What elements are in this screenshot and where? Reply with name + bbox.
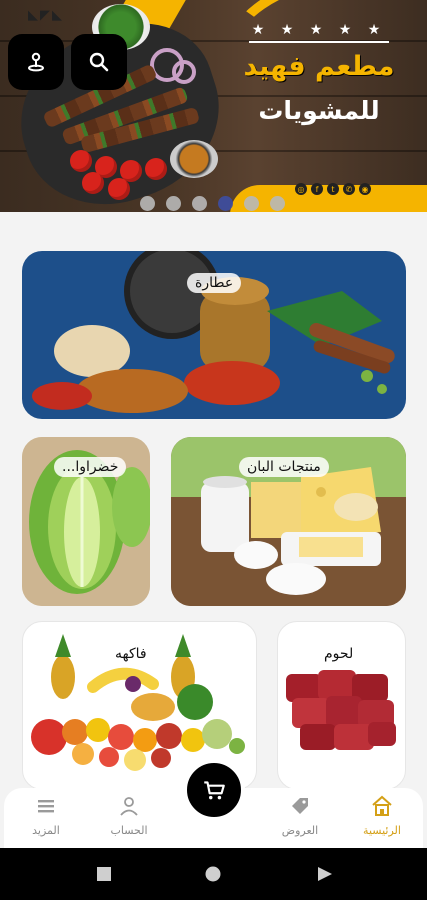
pagination-dot[interactable] <box>140 196 155 211</box>
restaurant-name: مطعم فهيد <box>243 51 395 82</box>
cart-icon <box>204 781 225 800</box>
pagination-dot[interactable] <box>270 196 285 211</box>
banner-pagination <box>140 196 285 211</box>
cart-button[interactable] <box>183 759 245 821</box>
restaurant-title-block: ★ ★ ★ ★ ★ مطعم فهيد للمشويات <box>229 22 409 125</box>
category-label-meat: لحوم <box>316 644 362 664</box>
nav-offers[interactable]: العروض <box>260 794 340 837</box>
instagram-icon: ◎ <box>295 183 307 195</box>
search-button[interactable] <box>71 34 127 90</box>
category-card-spices[interactable]: عطارة <box>22 251 406 419</box>
system-navigation-bar <box>0 848 427 900</box>
location-button[interactable] <box>8 34 64 90</box>
pagination-dot[interactable] <box>166 196 181 211</box>
whatsapp-icon: ✆ <box>343 183 355 195</box>
user-icon <box>120 797 138 816</box>
snapchat-icon: ◉ <box>359 183 371 195</box>
twitter-icon: t <box>327 183 339 195</box>
location-pin-icon <box>28 52 44 72</box>
category-card-dairy[interactable]: منتجات البان <box>171 437 406 606</box>
search-icon <box>89 52 109 72</box>
social-icons: ◎ f t ✆ ◉ <box>295 183 371 195</box>
category-label-vegetables: خضراوا... <box>54 457 127 477</box>
pagination-dot[interactable] <box>192 196 207 211</box>
nav-more[interactable]: المزيد <box>6 794 86 837</box>
home-system-icon[interactable] <box>205 866 221 882</box>
nav-more-label: المزيد <box>32 824 60 837</box>
nav-account-label: الحساب <box>110 824 148 837</box>
recents-icon[interactable] <box>96 866 112 882</box>
pagination-dot[interactable] <box>244 196 259 211</box>
category-label-dairy: منتجات البان <box>239 457 329 477</box>
nav-home[interactable]: الرئيسية <box>342 794 422 837</box>
pagination-dot-active[interactable] <box>218 196 233 211</box>
promo-banner[interactable]: ◣◤◣ ★ ★ ★ ★ ★ مطعم فهيد للمشويات ◎ f t ✆… <box>0 0 427 212</box>
brand-logo-mark: ◣◤◣ <box>28 8 64 23</box>
facebook-icon: f <box>311 183 323 195</box>
category-card-vegetables[interactable]: خضراوا... <box>22 437 150 606</box>
category-label-spices: عطارة <box>187 273 242 293</box>
back-icon[interactable] <box>317 866 333 882</box>
rating-stars: ★ ★ ★ ★ ★ <box>251 22 387 38</box>
menu-icon <box>38 800 54 813</box>
nav-account[interactable]: الحساب <box>89 794 169 837</box>
nav-offers-label: العروض <box>281 824 319 837</box>
home-icon <box>372 795 392 816</box>
nav-home-label: الرئيسية <box>363 824 401 837</box>
tag-icon <box>292 798 308 814</box>
category-card-meat[interactable]: لحوم <box>277 621 406 790</box>
category-label-fruits: فاكهه <box>107 644 155 664</box>
restaurant-subtitle: للمشويات <box>258 96 380 125</box>
